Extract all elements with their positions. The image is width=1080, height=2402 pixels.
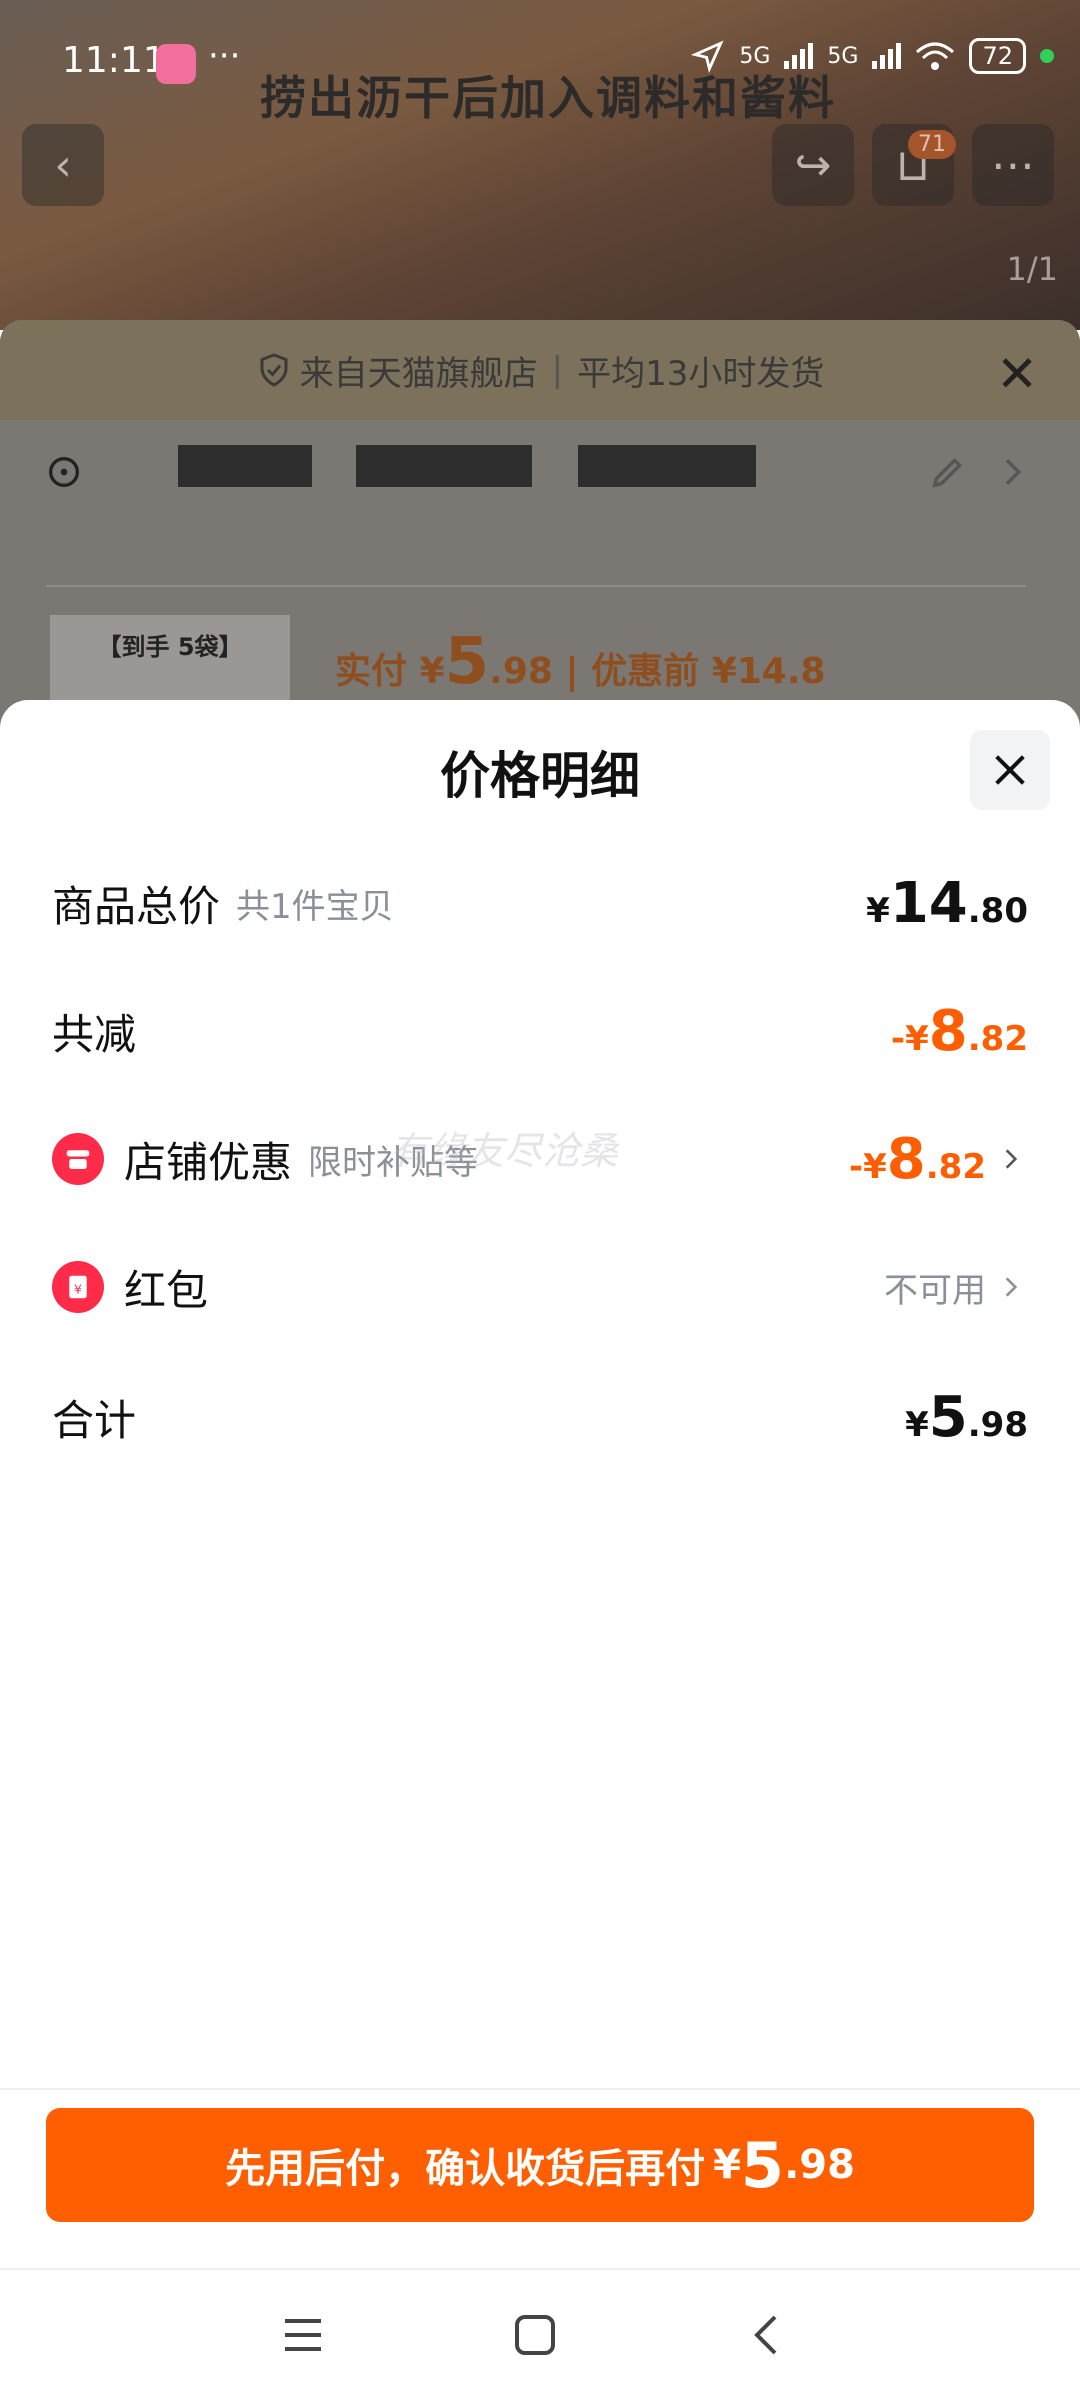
red-packet-label: 红包: [124, 1265, 209, 1315]
original-price: 优惠前 ¥14.8: [591, 651, 826, 692]
row-sum: 合计 ¥5.98: [52, 1372, 1028, 1462]
bilibili-app-icon: [156, 44, 196, 84]
status-time: 11:11: [62, 40, 166, 81]
sum-label: 合计: [52, 1395, 137, 1445]
wifi-icon: [916, 42, 955, 70]
row-total-discount: 共减 -¥ 8.82: [52, 986, 1028, 1076]
cart-count-badge: 71: [908, 130, 956, 159]
shop-icon: [52, 1133, 104, 1185]
address-row[interactable]: [0, 430, 1080, 550]
location-pin-icon: [49, 457, 79, 487]
more-notifications-icon: ···: [208, 36, 241, 76]
currency-symbol: ¥: [905, 1404, 929, 1445]
actual-pay-line: 实付 ¥5.98 | 优惠前 ¥14.8: [335, 625, 826, 699]
row-total-price: 商品总价 共1件宝贝 ¥14.80: [52, 858, 1028, 948]
price-int: 5: [928, 1384, 968, 1450]
share-icon[interactable]: ↪: [772, 124, 854, 206]
page-indicator: 1/1: [1006, 250, 1059, 288]
home-icon[interactable]: [500, 2300, 570, 2370]
currency-symbol: -¥: [891, 1018, 929, 1059]
price-dec: .98: [784, 2142, 855, 2188]
pay-later-button[interactable]: 先用后付，确认收货后再付 ¥5.98: [46, 2108, 1034, 2222]
row-red-packet[interactable]: ¥ 红包 不可用: [52, 1242, 1028, 1332]
item-count: 共1件宝贝: [236, 886, 394, 927]
price-dec: .82: [925, 1146, 986, 1187]
close-icon[interactable]: ✕: [996, 345, 1038, 403]
divider: |: [565, 651, 592, 692]
shop-notice-bar: 来自天猫旗舰店 | 平均13小时发货: [0, 320, 1080, 420]
back-icon[interactable]: ‹: [22, 124, 104, 206]
actual-pay-dec: .98: [489, 651, 553, 692]
price-int: 8: [886, 1126, 926, 1192]
shield-icon: [260, 353, 288, 387]
chevron-right-icon: [994, 1142, 1028, 1176]
red-packet-status: 不可用: [884, 1263, 1028, 1312]
network-label-1: 5G: [739, 43, 771, 69]
svg-text:¥: ¥: [74, 1281, 82, 1296]
network-label-2: 5G: [827, 43, 859, 69]
price-int: 14: [889, 870, 968, 936]
divider: |: [551, 350, 564, 390]
actual-pay-currency: ¥: [419, 651, 445, 692]
redacted-block: [578, 445, 756, 487]
back-icon[interactable]: [732, 2300, 802, 2370]
shop-discount-value: -¥ 8.82: [849, 1127, 986, 1192]
red-packet-icon: ¥: [52, 1261, 104, 1313]
currency-symbol: -¥: [849, 1146, 887, 1187]
status-indicators: 5G 5G 72: [691, 38, 1054, 74]
close-button[interactable]: [970, 730, 1050, 810]
sum-value: ¥5.98: [905, 1385, 1028, 1450]
chevron-right-icon: [1005, 459, 1022, 485]
chevron-right-icon: [994, 1270, 1028, 1304]
currency-symbol: ¥: [866, 890, 890, 931]
currency-symbol: ¥: [713, 2142, 741, 2188]
total-discount-label: 共减: [52, 1009, 137, 1059]
total-price-label: 商品总价: [52, 881, 221, 931]
redacted-block: [356, 445, 532, 487]
price-dec: .80: [967, 890, 1028, 931]
sheet-title: 价格明细: [440, 747, 640, 805]
actual-pay-int: 5: [444, 625, 490, 699]
battery-icon: 72: [969, 38, 1026, 74]
actual-pay-label: 实付: [335, 651, 408, 692]
signal-icon: [872, 43, 902, 69]
pay-button-text: 先用后付，确认收货后再付: [225, 2146, 706, 2192]
total-price-value: ¥14.80: [866, 871, 1028, 936]
edit-icon[interactable]: [928, 452, 968, 492]
menu-icon[interactable]: [268, 2300, 338, 2370]
chat-icon[interactable]: ⋯: [972, 124, 1054, 206]
shipping-time: 平均13小时发货: [577, 353, 825, 394]
shop-source: 来自天猫旗舰店: [299, 353, 538, 394]
divider: [46, 585, 1026, 587]
price-int: 5: [740, 2128, 785, 2202]
shop-discount-label: 店铺优惠: [124, 1137, 293, 1187]
price-int: 8: [928, 998, 968, 1064]
watermark: 有缘友尽沧桑: [390, 1129, 619, 1173]
price-dec: .82: [967, 1018, 1028, 1059]
product-tag: 【到手 5袋】: [97, 633, 243, 661]
location-icon: [691, 40, 724, 73]
signal-icon: [784, 43, 814, 69]
total-discount-value: -¥ 8.82: [891, 999, 1028, 1064]
redacted-block: [178, 445, 312, 487]
close-icon: [995, 755, 1025, 785]
active-indicator-dot: [1040, 49, 1054, 63]
red-packet-value: 不可用: [884, 1270, 986, 1311]
price-dec: .98: [967, 1404, 1028, 1445]
